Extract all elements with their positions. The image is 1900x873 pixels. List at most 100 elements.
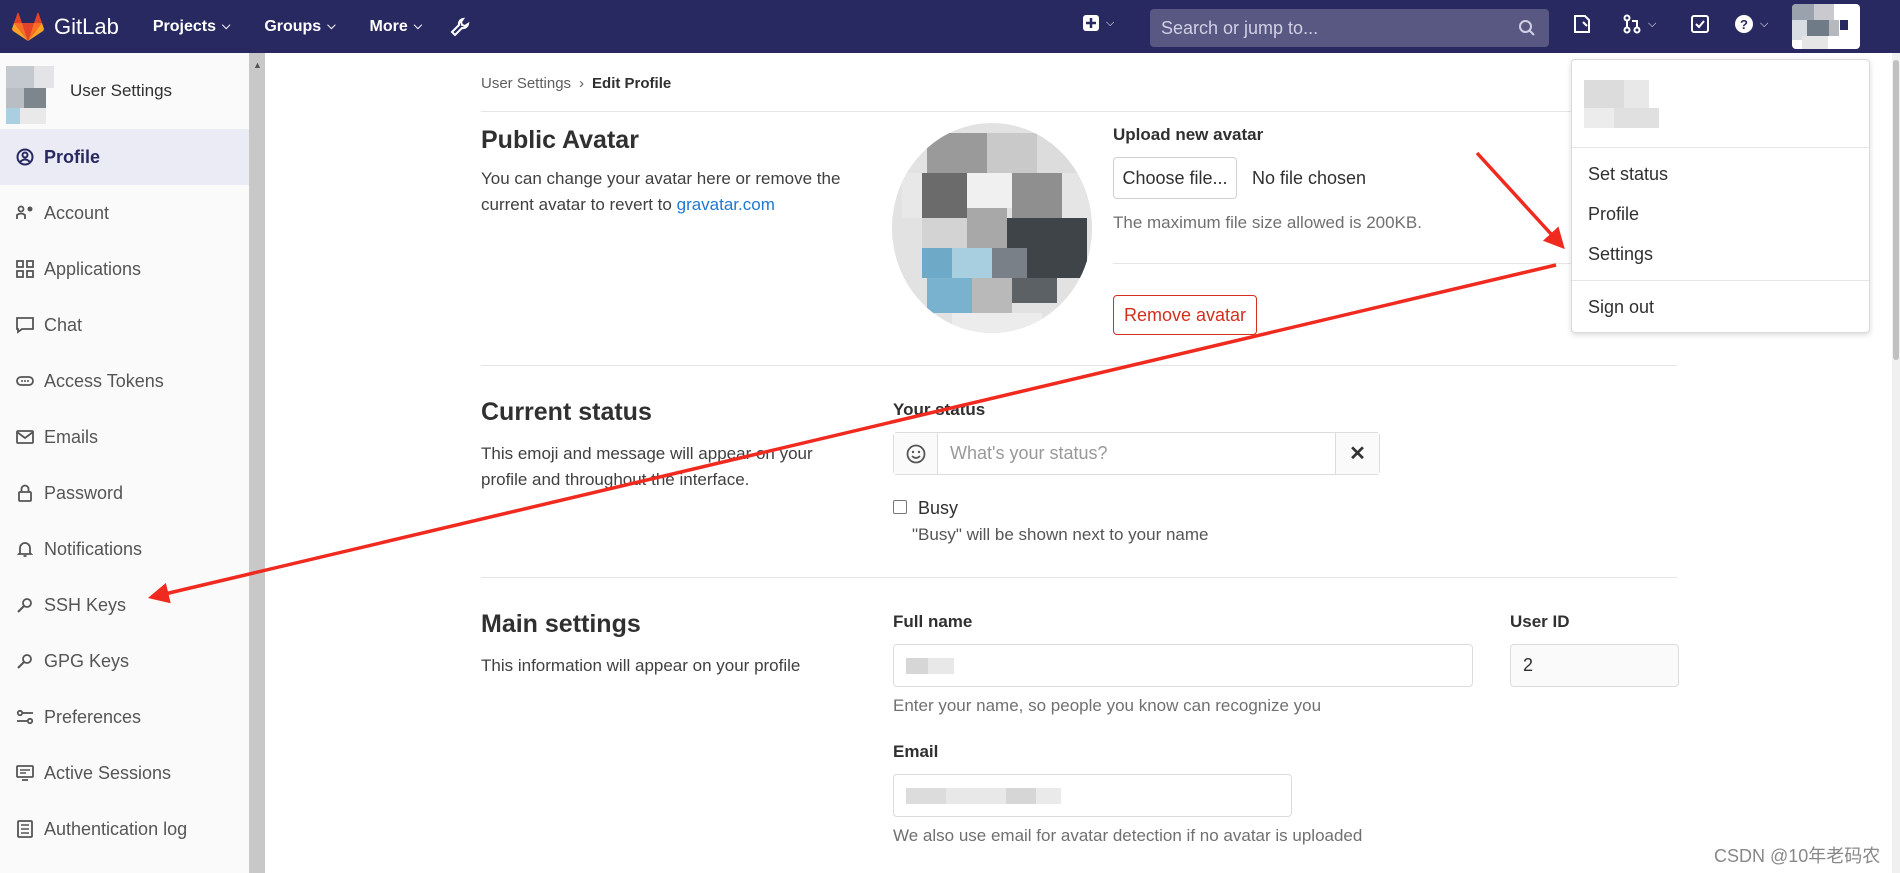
sidebar-item-active-sessions[interactable]: Active Sessions [0,745,249,801]
key-icon [14,650,36,672]
sidebar-header[interactable]: User Settings [0,53,249,129]
settings-sidebar: User Settings Profile Account Applicatio… [0,53,249,873]
sidebar-title: User Settings [70,81,173,100]
divider [481,111,1677,112]
email-label: Email [893,742,939,761]
preferences-icon [14,706,36,728]
apps-grid-icon [14,258,36,280]
user-id-label: User ID [1510,612,1570,631]
monitor-icon [14,762,36,784]
nav-more[interactable]: More ⌵ [370,18,423,36]
no-file-chosen-text: No file chosen [1252,168,1367,188]
chevron-down-icon: ⌵ [221,20,231,32]
sidebar-item-chat[interactable]: Chat [0,297,249,353]
search-placeholder: Search or jump to... [1161,17,1319,38]
sidebar-item-label: Emails [44,426,99,447]
redacted-email [1036,787,1061,804]
busy-label: Busy [918,498,959,518]
user-id-value: 2 [1523,655,1534,675]
sidebar-scrollbar[interactable] [249,53,265,873]
redacted-email [906,787,946,804]
help-dropdown[interactable]: ? ⌵ [1734,14,1768,34]
breadcrumb: User Settings › Edit Profile [481,75,671,92]
current-status-desc: This emoji and message will appear on yo… [481,444,813,489]
nav-projects-label: Projects [152,17,216,35]
sidebar-item-access-tokens[interactable]: Access Tokens [0,353,249,409]
main-settings-title: Main settings [481,610,641,638]
sidebar-item-label: Notifications [44,538,143,559]
breadcrumb-root[interactable]: User Settings [481,75,571,92]
dropdown-user-header[interactable] [1572,60,1869,148]
user-id-input[interactable]: 2 [1510,644,1679,687]
dropdown-set-status[interactable]: Set status [1572,154,1869,194]
smiley-icon [906,444,925,463]
sidebar-item-notifications[interactable]: Notifications [0,521,249,577]
email-input[interactable] [893,774,1292,817]
gravatar-link[interactable]: gravatar.com [677,195,775,214]
sidebar-item-label: Profile [44,146,101,167]
chevron-down-icon: ⌵ [1648,17,1657,30]
page-scrollbar-thumb[interactable] [1893,60,1899,360]
new-item-dropdown[interactable]: ⌵ [1082,14,1114,32]
sidebar-item-ssh-keys[interactable]: SSH Keys [0,577,249,633]
sidebar-item-account[interactable]: Account [0,185,249,241]
sidebar-item-password[interactable]: Password [0,465,249,521]
max-file-size-help: The maximum file size allowed is 200KB. [1113,213,1422,232]
issues-icon[interactable] [1572,14,1592,34]
full-name-help: Enter your name, so people you know can … [893,696,1322,715]
sidebar-item-label: Authentication log [44,818,188,839]
public-avatar-desc-text: You can change your avatar here or remov… [481,169,841,214]
nav-groups[interactable]: Groups ⌵ [264,18,335,36]
bell-icon [14,538,36,560]
main-settings-desc: This information will appear on your pro… [481,656,801,675]
merge-requests-dropdown[interactable]: ⌵ [1622,14,1656,34]
admin-wrench-icon[interactable] [448,15,472,39]
sidebar-item-label: GPG Keys [44,650,130,671]
public-avatar-desc: You can change your avatar here or remov… [481,166,861,218]
sidebar-item-profile[interactable]: Profile [0,129,249,185]
sidebar-item-label: Preferences [44,706,142,727]
divider [1572,280,1869,281]
svg-text:?: ? [1740,17,1748,32]
public-avatar-title: Public Avatar [481,126,639,154]
sidebar-item-preferences[interactable]: Preferences [0,689,249,745]
busy-checkbox[interactable] [893,500,907,514]
search-input[interactable]: Search or jump to... [1150,9,1549,47]
email-help: We also use email for avatar detection i… [893,826,1363,845]
sidebar-item-applications[interactable]: Applications [0,241,249,297]
gitlab-logo[interactable]: GitLab [12,12,119,42]
mail-icon [14,426,36,448]
redacted-email [946,787,1006,804]
choose-file-button[interactable]: Choose file... [1113,157,1237,199]
full-name-input[interactable] [893,644,1473,687]
chevron-down-icon: ⌵ [413,20,423,32]
dropdown-settings[interactable]: Settings [1572,234,1869,274]
sidebar-avatar [6,56,62,126]
sidebar-item-authentication-log[interactable]: Authentication log [0,801,249,857]
redacted-email [1006,787,1036,804]
nav-projects[interactable]: Projects ⌵ [153,18,230,36]
help-icon: ? [1735,15,1753,33]
breadcrumb-current: Edit Profile [592,75,672,92]
sidebar-item-emails[interactable]: Emails [0,409,249,465]
dropdown-sign-out[interactable]: Sign out [1572,287,1869,327]
divider [481,365,1677,366]
your-status-label: Your status [893,400,986,419]
remove-avatar-button[interactable]: Remove avatar [1113,295,1257,335]
log-icon [14,818,36,840]
sidebar-item-gpg-keys[interactable]: GPG Keys [0,633,249,689]
redacted-name [928,657,954,674]
merge-request-icon [1623,14,1641,34]
dropdown-profile[interactable]: Profile [1572,194,1869,234]
status-message-input[interactable]: What's your status? [938,433,1335,474]
emoji-button[interactable] [894,433,938,474]
full-name-label: Full name [893,612,973,631]
user-avatar-button[interactable] [1792,4,1860,49]
clear-status-button[interactable]: ✕ [1335,433,1379,474]
todos-icon[interactable] [1690,14,1710,34]
gitlab-tanuki-icon [12,12,44,41]
user-circle-icon [14,146,36,168]
chevron-down-icon: ⌵ [1760,17,1769,30]
scroll-up-icon[interactable]: ▲ [253,60,262,70]
top-navbar: GitLab Projects ⌵ Groups ⌵ More ⌵ ⌵ Search … [0,0,1900,53]
